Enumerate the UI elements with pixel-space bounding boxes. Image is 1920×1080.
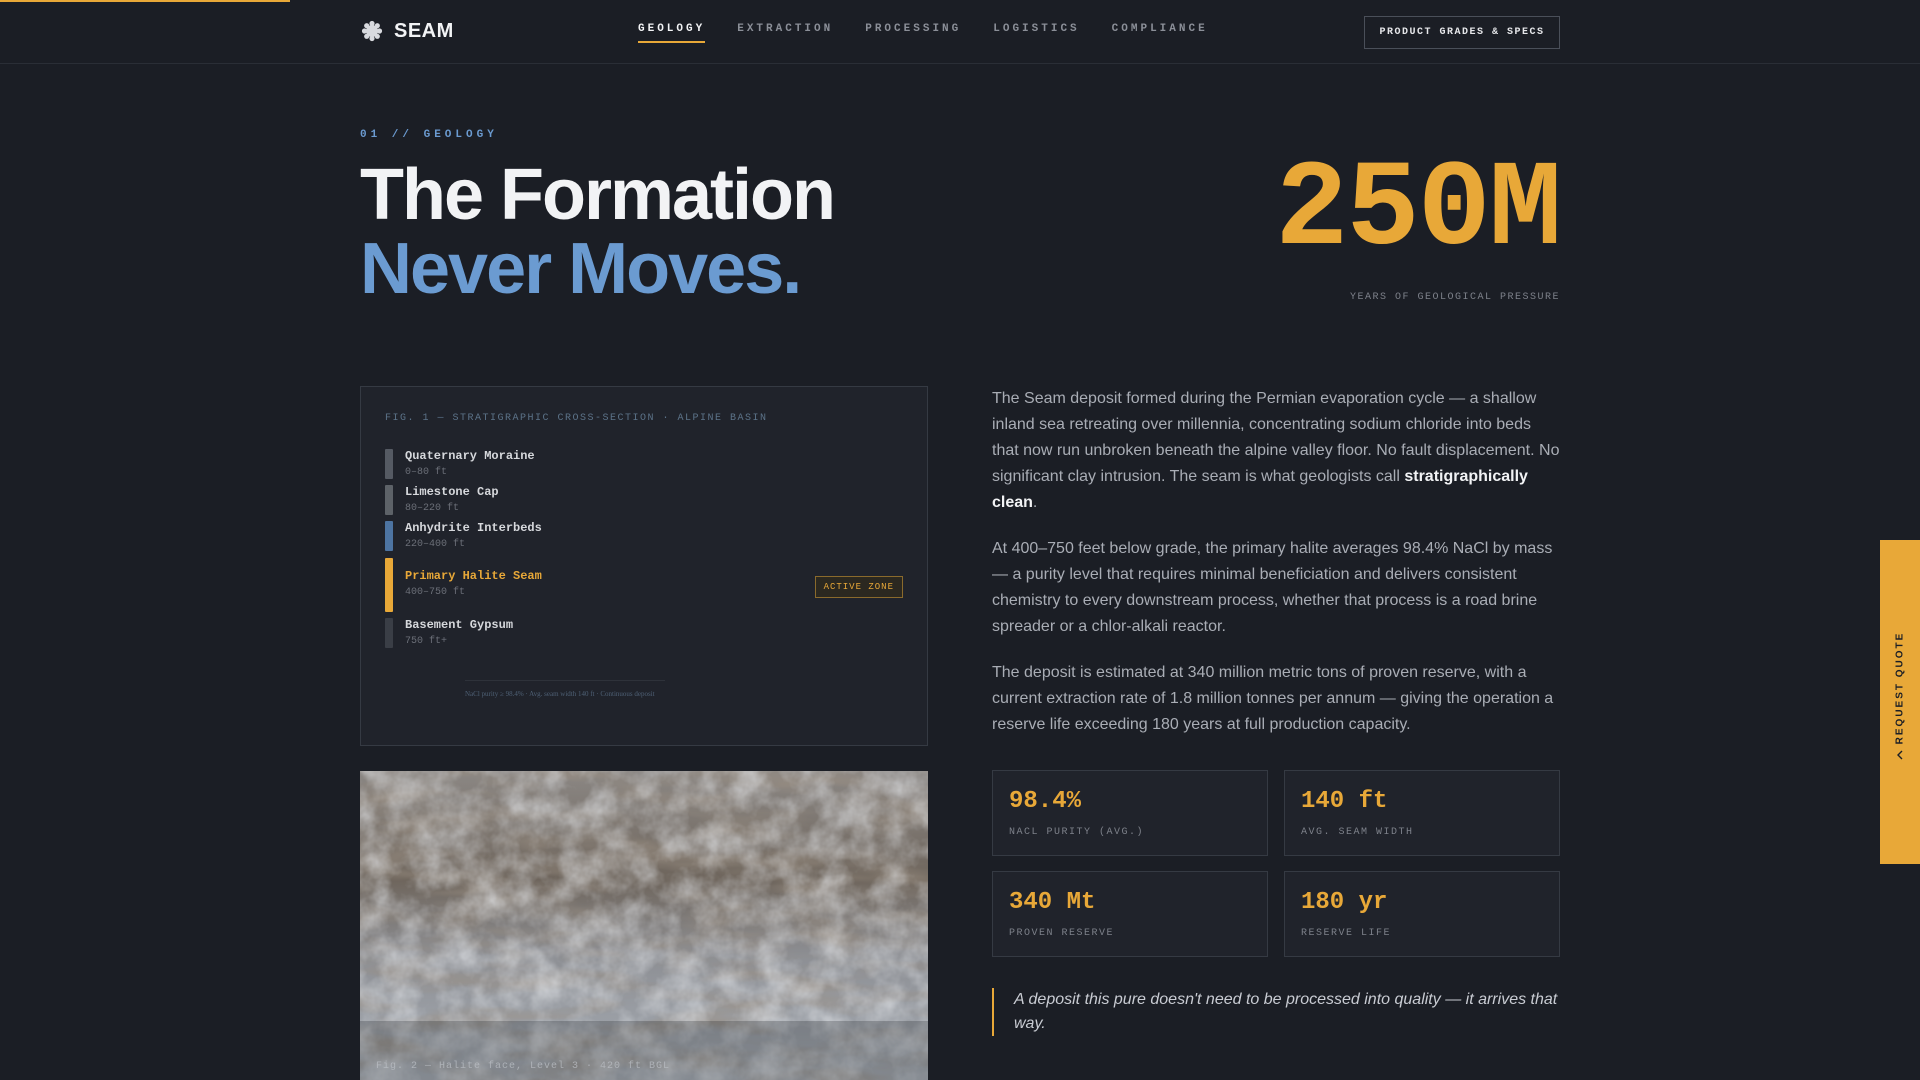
stat-value: 180 yr bbox=[1301, 889, 1388, 916]
stat-value: 98.4% bbox=[1009, 788, 1082, 815]
chevron-left-icon bbox=[1897, 750, 1903, 760]
paragraph-3: The deposit is estimated at 340 million … bbox=[992, 664, 1554, 733]
big-stat-number: 250M bbox=[1275, 141, 1562, 280]
stat-label: AVG. SEAM WIDTH bbox=[1301, 827, 1414, 838]
layer-bar bbox=[385, 558, 393, 612]
stat-card-proven-reserve: 340 Mt PROVEN RESERVE bbox=[992, 871, 1268, 957]
top-navigation: SEAM GEOLOGY EXTRACTION PROCESSING LOGIS… bbox=[0, 0, 1920, 64]
paragraph-2: At 400–750 feet below grade, the primary… bbox=[992, 540, 1553, 635]
stat-card-reserve-life: 180 yr RESERVE LIFE bbox=[1284, 871, 1560, 957]
layer-depth: 750 ft+ bbox=[405, 636, 448, 647]
paragraph-1-end: . bbox=[1032, 494, 1038, 511]
stat-value: 140 ft bbox=[1301, 788, 1388, 815]
pull-quote: A deposit this pure doesn't need to be p… bbox=[992, 988, 1560, 1036]
layer-basement-gypsum: Basement Gypsum 750 ft+ bbox=[385, 618, 513, 648]
layer-depth: 220–400 ft bbox=[405, 539, 466, 550]
layer-name: Primary Halite Seam bbox=[405, 569, 542, 583]
stat-value: 340 Mt bbox=[1009, 889, 1096, 916]
title-line-1: The Formation bbox=[360, 155, 836, 235]
stat-label: NACL PURITY (AVG.) bbox=[1009, 827, 1145, 838]
product-grades-button[interactable]: PRODUCT GRADES & SPECS bbox=[1364, 16, 1560, 49]
stat-card-purity: 98.4% NACL PURITY (AVG.) bbox=[992, 770, 1268, 856]
big-stat-caption: YEARS OF GEOLOGICAL PRESSURE bbox=[1349, 292, 1560, 303]
layer-bar bbox=[385, 618, 393, 648]
request-quote-tab[interactable]: REQUEST QUOTE bbox=[1880, 540, 1920, 864]
strat-figure-title: FIG. 1 — STRATIGRAPHIC CROSS-SECTION · A… bbox=[385, 413, 768, 424]
section-eyebrow: 01 // GEOLOGY bbox=[360, 129, 498, 141]
nav-link-logistics[interactable]: LOGISTICS bbox=[993, 23, 1079, 43]
stratigraphy-panel: FIG. 1 — STRATIGRAPHIC CROSS-SECTION · A… bbox=[360, 386, 928, 746]
layer-anhydrite-interbeds: Anhydrite Interbeds 220–400 ft bbox=[385, 521, 542, 551]
page-title: The Formation Never Moves. bbox=[360, 155, 836, 309]
nav-link-processing[interactable]: PROCESSING bbox=[865, 23, 961, 43]
title-line-2: Never Moves. bbox=[360, 229, 802, 309]
brand-logo[interactable]: SEAM bbox=[360, 19, 454, 43]
paragraph-1: The Seam deposit formed during the Permi… bbox=[992, 386, 1560, 516]
layer-bar bbox=[385, 485, 393, 515]
layer-bar bbox=[385, 449, 393, 479]
layer-name: Quaternary Moraine bbox=[405, 449, 535, 463]
stat-card-seam-width: 140 ft AVG. SEAM WIDTH bbox=[1284, 770, 1560, 856]
nav-link-extraction[interactable]: EXTRACTION bbox=[737, 23, 833, 43]
layer-limestone-cap: Limestone Cap 80–220 ft bbox=[385, 485, 499, 515]
stat-label: RESERVE LIFE bbox=[1301, 928, 1392, 939]
photo-caption: Fig. 2 — Halite face, Level 3 · 420 ft B… bbox=[376, 1061, 671, 1072]
layer-primary-halite-seam: Primary Halite Seam 400–750 ft bbox=[385, 558, 542, 612]
layer-name: Basement Gypsum bbox=[405, 618, 514, 632]
strat-divider bbox=[465, 680, 665, 681]
geology-description: The Seam deposit formed during the Permi… bbox=[992, 386, 1560, 758]
nav-link-geology[interactable]: GEOLOGY bbox=[638, 23, 706, 43]
layer-name: Anhydrite Interbeds bbox=[405, 521, 542, 535]
request-quote-label: REQUEST QUOTE bbox=[1894, 631, 1906, 745]
strat-footnote: NaCl purity ≥ 98.4% · Avg. seam width 14… bbox=[465, 690, 655, 698]
cog-crystal-icon bbox=[361, 20, 383, 42]
main-nav: GEOLOGY EXTRACTION PROCESSING LOGISTICS … bbox=[638, 23, 1208, 43]
active-zone-badge: ACTIVE ZONE bbox=[814, 576, 903, 598]
layer-bar bbox=[385, 521, 393, 551]
stat-label: PROVEN RESERVE bbox=[1009, 928, 1115, 939]
halite-face-photo: Fig. 2 — Halite face, Level 3 · 420 ft B… bbox=[360, 771, 928, 1080]
layer-depth: 400–750 ft bbox=[405, 587, 466, 598]
layer-depth: 0–80 ft bbox=[405, 467, 448, 478]
layer-depth: 80–220 ft bbox=[405, 503, 460, 514]
halite-texture-image bbox=[360, 771, 928, 1080]
brand-name: SEAM bbox=[394, 19, 454, 42]
layer-name: Limestone Cap bbox=[405, 485, 499, 499]
layer-quaternary-moraine: Quaternary Moraine 0–80 ft bbox=[385, 449, 535, 479]
nav-link-compliance[interactable]: COMPLIANCE bbox=[1112, 23, 1208, 43]
